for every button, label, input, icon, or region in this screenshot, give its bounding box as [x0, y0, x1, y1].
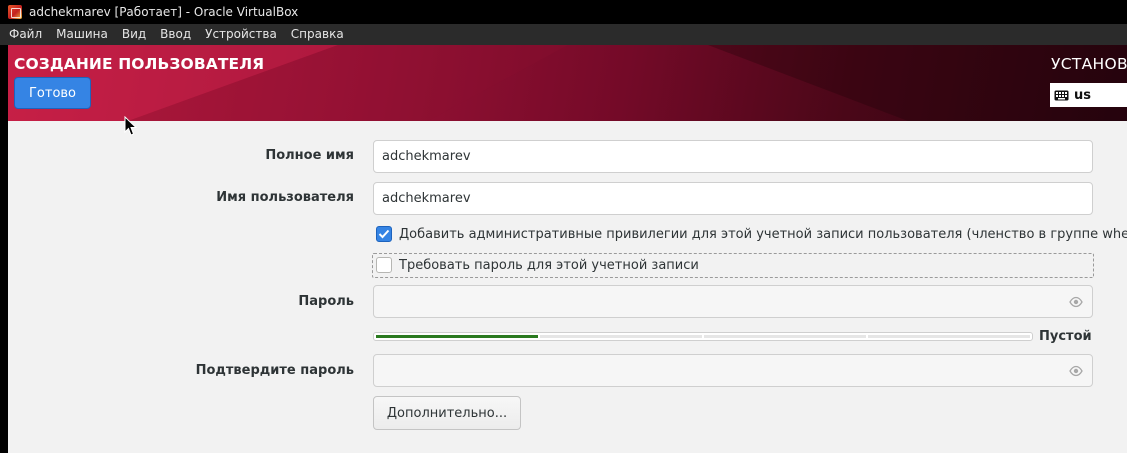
confirm-password-label: Подтвердите пароль: [195, 363, 354, 378]
eye-icon[interactable]: [1069, 296, 1083, 308]
admin-privileges-checkbox-row[interactable]: Добавить административные привилегии для…: [373, 226, 1127, 242]
virtualbox-app-icon: [8, 5, 22, 19]
menu-bar: Файл Машина Вид Ввод Устройства Справка: [0, 24, 1127, 45]
password-strength-meter: [373, 332, 1033, 341]
require-password-checkbox[interactable]: [376, 257, 392, 273]
keyboard-layout-label: us: [1074, 87, 1091, 103]
username-value: adchekmarev: [382, 191, 471, 206]
strength-segment: [704, 335, 866, 338]
full-name-value: adchekmarev: [382, 149, 471, 164]
confirm-password-input[interactable]: [373, 354, 1093, 387]
username-input[interactable]: adchekmarev: [373, 182, 1093, 215]
admin-privileges-label: Добавить административные привилегии для…: [399, 226, 1127, 242]
full-name-input[interactable]: adchekmarev: [373, 140, 1093, 173]
window-title-bar: adchekmarev [Работает] - Oracle VirtualB…: [0, 0, 1127, 24]
eye-icon[interactable]: [1069, 365, 1083, 377]
password-strength-label: Пустой: [1039, 329, 1092, 344]
password-input[interactable]: [373, 285, 1093, 318]
menu-devices[interactable]: Устройства: [198, 24, 284, 45]
window-title: adchekmarev [Работает] - Oracle VirtualB…: [29, 5, 299, 19]
strength-segment: [868, 335, 1030, 338]
keyboard-layout-indicator[interactable]: us: [1050, 83, 1127, 107]
strength-segment: [376, 335, 538, 338]
menu-input[interactable]: Ввод: [153, 24, 198, 45]
menu-help[interactable]: Справка: [284, 24, 351, 45]
strength-segment: [540, 335, 702, 338]
install-title: УСТАНОВК: [1051, 55, 1127, 73]
password-label: Пароль: [298, 294, 354, 309]
require-password-checkbox-row[interactable]: Требовать пароль для этой учетной записи: [373, 257, 699, 273]
admin-privileges-checkbox[interactable]: [376, 226, 392, 242]
username-label: Имя пользователя: [216, 190, 354, 205]
keyboard-icon: [1054, 90, 1069, 100]
menu-view[interactable]: Вид: [115, 24, 153, 45]
menu-file[interactable]: Файл: [0, 24, 49, 45]
vm-display[interactable]: СОЗДАНИЕ ПОЛЬЗОВАТЕЛЯ Готово УСТАНОВК us…: [8, 45, 1127, 453]
require-password-label: Требовать пароль для этой учетной записи: [399, 257, 699, 273]
mouse-cursor-icon: [124, 116, 138, 136]
checkmark-icon: [378, 229, 390, 239]
advanced-button[interactable]: Дополнительно...: [373, 396, 521, 430]
form-labels: Полное имя Имя пользователя Пароль Подтв…: [8, 45, 354, 453]
menu-machine[interactable]: Машина: [49, 24, 115, 45]
full-name-label: Полное имя: [265, 148, 354, 163]
